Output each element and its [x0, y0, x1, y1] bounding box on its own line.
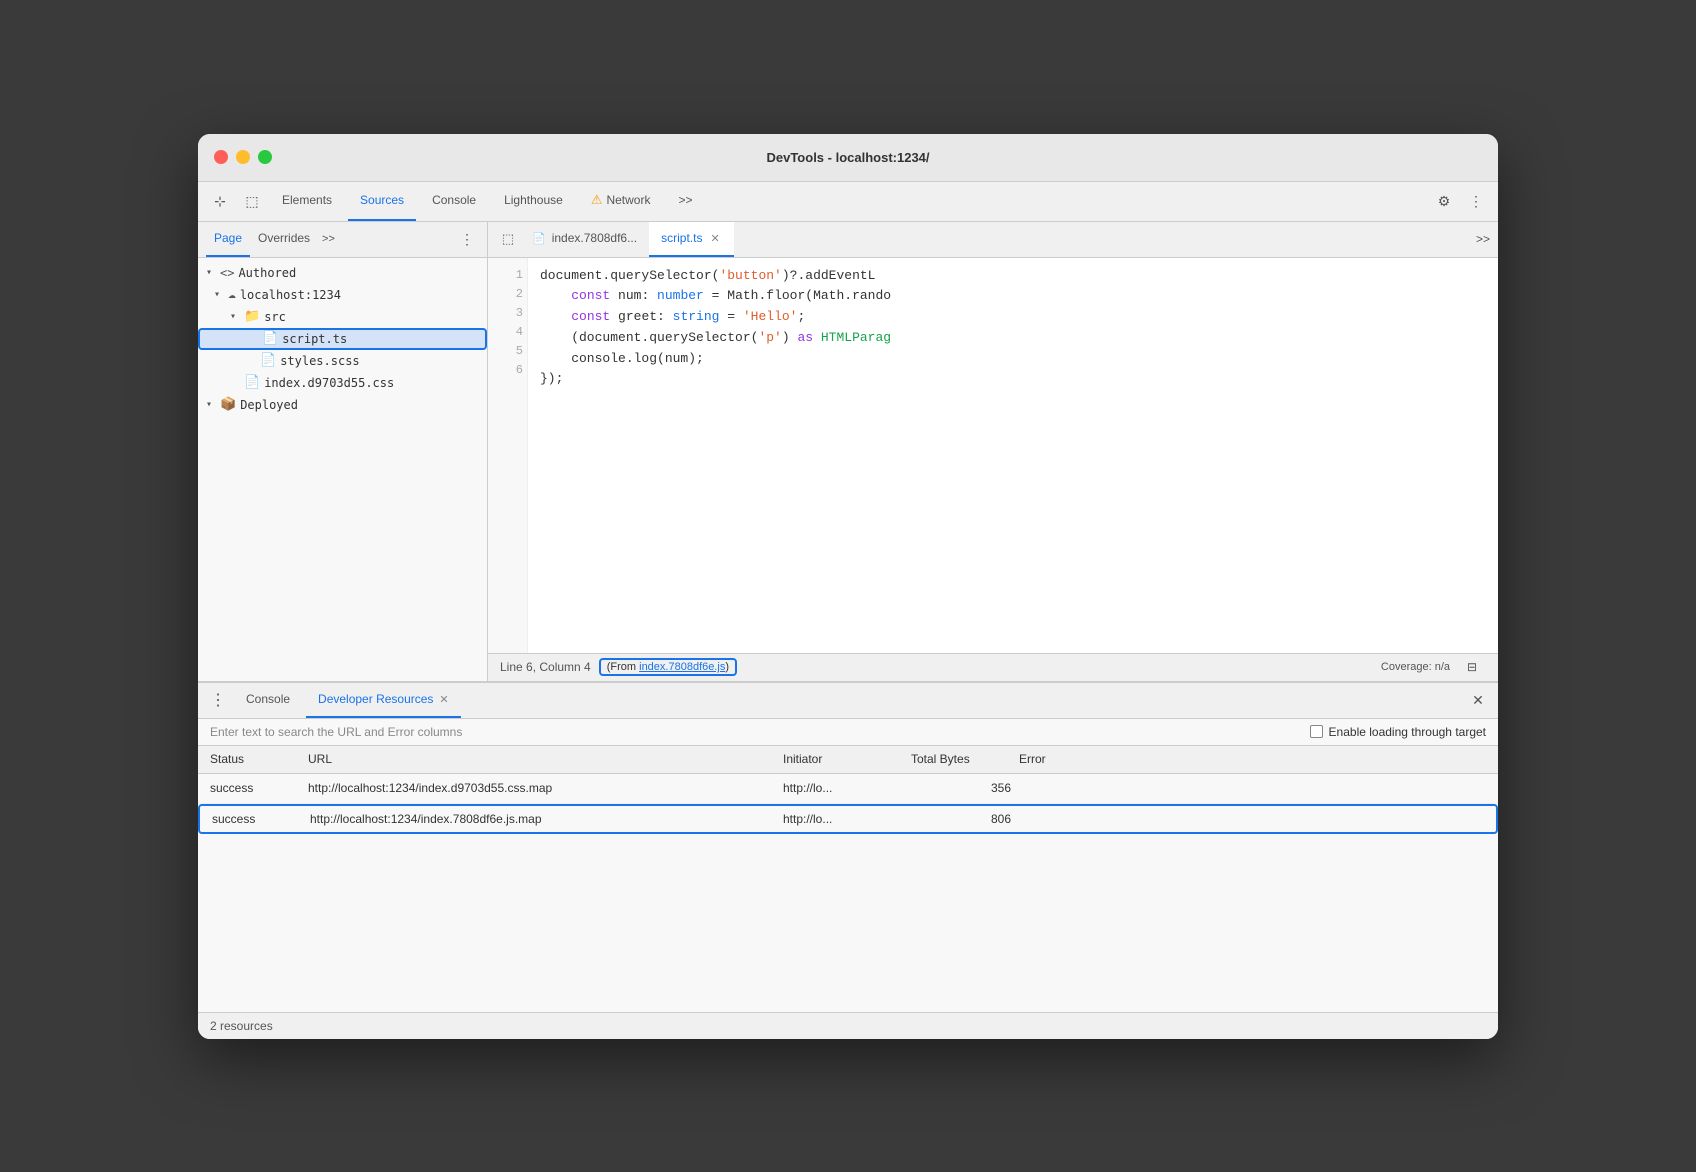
tab-lighthouse[interactable]: Lighthouse [492, 182, 575, 221]
row2-initiator: http://lo... [783, 812, 903, 826]
css-file-icon: 📄 [244, 375, 260, 390]
enable-loading-checkbox[interactable] [1310, 725, 1323, 738]
warning-icon: ⚠ [591, 192, 603, 208]
tree-item-localhost[interactable]: ▾ ☁ localhost:1234 [198, 284, 487, 306]
code-line-2: const num: number = Math.floor(Math.rand… [540, 286, 1486, 307]
editor-statusbar: Line 6, Column 4 (From index.7808df6e.js… [488, 653, 1498, 681]
row2-url: http://localhost:1234/index.7808df6e.js.… [310, 812, 775, 826]
editor-tab-script-ts[interactable]: script.ts ✕ [649, 222, 734, 257]
code-line-4: (document.querySelector('p') as HTMLPara… [540, 328, 1486, 349]
sidebar-tabs: Page Overrides >> ⋮ [198, 222, 487, 258]
nav-more-icon[interactable]: ⋮ [1462, 187, 1490, 215]
table-row[interactable]: success http://localhost:1234/index.7808… [198, 804, 1498, 834]
maximize-button[interactable] [258, 150, 272, 164]
url-search-input[interactable] [210, 725, 1294, 739]
row1-initiator: http://lo... [783, 781, 903, 795]
col-initiator: Initiator [783, 752, 903, 766]
tree-item-index-css[interactable]: ▾ 📄 index.d9703d55.css [198, 372, 487, 394]
bottom-panel-close-icon[interactable]: ✕ [1466, 688, 1490, 712]
sidebar-tabs-more[interactable]: >> [318, 231, 339, 247]
tree-item-styles-scss[interactable]: ▾ 📄 styles.scss [198, 350, 487, 372]
editor-tabs: ⬚ 📄 index.7808df6... script.ts ✕ >> [488, 222, 1498, 258]
row1-url: http://localhost:1234/index.d9703d55.css… [308, 781, 775, 795]
line-numbers: 1 2 3 4 5 6 [488, 258, 528, 653]
bottom-tab-dev-resources[interactable]: Developer Resources ✕ [306, 683, 461, 718]
close-button[interactable] [214, 150, 228, 164]
resources-table: Status URL Initiator Total Bytes Error s… [198, 746, 1498, 1012]
minimize-button[interactable] [236, 150, 250, 164]
bottom-tabs: ⋮ Console Developer Resources ✕ ✕ [198, 683, 1498, 719]
search-row: Enable loading through target [198, 719, 1498, 746]
editor-tab-close-icon[interactable]: ✕ [708, 230, 721, 247]
window-controls [214, 150, 272, 164]
cursor-position: Line 6, Column 4 [500, 660, 591, 674]
col-error: Error [1019, 752, 1486, 766]
table-header: Status URL Initiator Total Bytes Error [198, 746, 1498, 774]
row2-status: success [212, 812, 302, 826]
box-icon: 📦 [220, 397, 236, 412]
enable-loading-option: Enable loading through target [1310, 725, 1486, 739]
sidebar-tab-page[interactable]: Page [206, 222, 250, 257]
inspect-icon[interactable]: ⊹ [206, 187, 234, 215]
typescript-file-icon: 📄 [262, 331, 278, 346]
col-total-bytes: Total Bytes [911, 752, 1011, 766]
editor-sidebar-toggle-icon[interactable]: ⬚ [496, 227, 520, 251]
col-url: URL [308, 752, 775, 766]
code-line-6: }); [540, 369, 1486, 390]
tab-sources[interactable]: Sources [348, 182, 416, 221]
titlebar: DevTools - localhost:1234/ [198, 134, 1498, 182]
bottom-tab-close-icon[interactable]: ✕ [439, 693, 448, 706]
device-icon[interactable]: ⬚ [238, 187, 266, 215]
source-map-indicator: (From index.7808df6e.js) [599, 658, 737, 676]
sidebar-menu-icon[interactable]: ⋮ [455, 227, 479, 251]
window-title: DevTools - localhost:1234/ [766, 150, 929, 165]
tree-item-src[interactable]: ▾ 📁 src [198, 306, 487, 328]
editor-tabs-more-icon[interactable]: >> [1476, 232, 1490, 246]
code-lines[interactable]: document.querySelector('button')?.addEve… [528, 258, 1498, 653]
source-map-link[interactable]: index.7808df6e.js [639, 661, 725, 673]
editor-tab-index-js[interactable]: 📄 index.7808df6... [520, 222, 649, 257]
file-tree: ▾ <> Authored ▾ ☁ localhost:1234 ▾ 📁 src [198, 258, 487, 681]
folder-icon: 📁 [244, 309, 260, 324]
row1-bytes: 356 [911, 781, 1011, 795]
scss-file-icon: 📄 [260, 353, 276, 368]
settings-icon[interactable]: ⚙ [1430, 187, 1458, 215]
row1-status: success [210, 781, 300, 795]
tree-item-authored[interactable]: ▾ <> Authored [198, 262, 487, 284]
status-action-icon[interactable]: ⊟ [1458, 653, 1486, 681]
tree-item-deployed[interactable]: ▾ 📦 Deployed [198, 394, 487, 416]
devtools-navbar: ⊹ ⬚ Elements Sources Console Lighthouse … [198, 182, 1498, 222]
main-content-area: Page Overrides >> ⋮ ▾ <> Authored ▾ ☁ [198, 222, 1498, 682]
bottom-panel: ⋮ Console Developer Resources ✕ ✕ Enable… [198, 682, 1498, 1039]
code-line-1: document.querySelector('button')?.addEve… [540, 266, 1486, 287]
code-line-3: const greet: string = 'Hello'; [540, 307, 1486, 328]
col-status: Status [210, 752, 300, 766]
tab-elements[interactable]: Elements [270, 182, 344, 221]
code-line-5: console.log(num); [540, 349, 1486, 370]
developer-resources-panel: Enable loading through target Status URL… [198, 719, 1498, 1039]
code-content-area: 1 2 3 4 5 6 document.querySelector('butt… [488, 258, 1498, 653]
resources-footer: 2 resources [198, 1012, 1498, 1039]
code-brackets-icon: <> [220, 266, 234, 280]
tree-item-script-ts[interactable]: ▾ 📄 script.ts [198, 328, 487, 350]
js-file-icon: 📄 [532, 232, 546, 245]
row2-bytes: 806 [911, 812, 1011, 826]
devtools-window: DevTools - localhost:1234/ ⊹ ⬚ Elements … [198, 134, 1498, 1039]
code-editor: ⬚ 📄 index.7808df6... script.ts ✕ >> 1 2 … [488, 222, 1498, 681]
table-row[interactable]: success http://localhost:1234/index.d970… [198, 774, 1498, 804]
coverage-indicator: Coverage: n/a [1381, 661, 1450, 673]
sources-sidebar: Page Overrides >> ⋮ ▾ <> Authored ▾ ☁ [198, 222, 488, 681]
tab-more[interactable]: >> [666, 182, 704, 221]
bottom-tab-console[interactable]: Console [234, 683, 302, 718]
sidebar-tab-overrides[interactable]: Overrides [250, 222, 318, 257]
tab-network[interactable]: ⚠ Network [579, 182, 663, 221]
cloud-icon: ☁ [228, 287, 236, 302]
bottom-menu-icon[interactable]: ⋮ [206, 688, 230, 712]
tab-console[interactable]: Console [420, 182, 488, 221]
nav-right-actions: ⚙ ⋮ [1430, 187, 1490, 215]
